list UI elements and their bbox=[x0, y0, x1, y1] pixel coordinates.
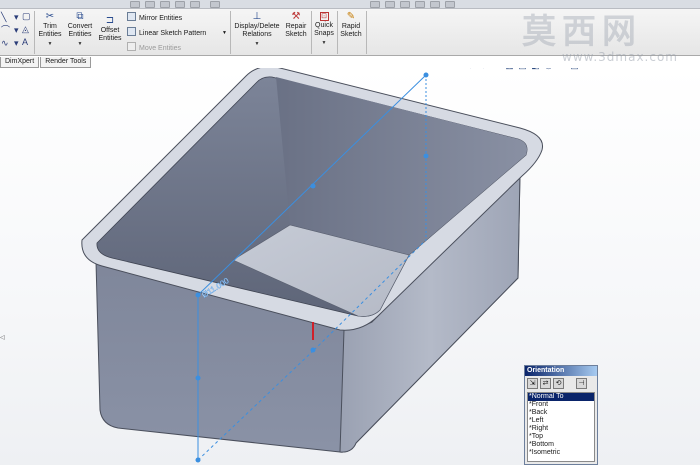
dropdown-arrow-icon[interactable]: ▼ bbox=[222, 30, 227, 36]
rapid-sketch-icon: ✎ bbox=[346, 11, 356, 22]
zoom-to-fit-icon[interactable]: ⊕ bbox=[465, 68, 476, 71]
tab-dimxpert[interactable]: DimXpert bbox=[0, 57, 40, 68]
offset-icon: ⊐ bbox=[105, 15, 115, 26]
orientation-item-left[interactable]: *Left bbox=[528, 417, 594, 425]
dropdown-arrow-icon[interactable]: ▼ bbox=[36, 40, 64, 48]
relations-icon: ⊥ bbox=[252, 11, 262, 22]
orientation-dialog: Orientation ⇲ ⇄ ⟲ ⊣ *Normal To *Front *B… bbox=[524, 365, 598, 465]
toolbar-button[interactable] bbox=[400, 1, 410, 8]
section-view-icon[interactable]: ▦ bbox=[504, 68, 515, 71]
arc-icon[interactable]: ⌒ bbox=[1, 26, 10, 35]
dropdown-icon[interactable]: ▾ bbox=[14, 39, 19, 48]
spline-icon[interactable]: ∿ bbox=[1, 39, 9, 48]
mirror-entities-button[interactable]: Mirror Entities bbox=[127, 12, 182, 23]
toolbar-button[interactable] bbox=[385, 1, 395, 8]
sketch-point[interactable] bbox=[195, 457, 201, 463]
appearance-icon[interactable]: ● bbox=[556, 68, 567, 71]
display-delete-relations-button[interactable]: ⊥ Display/Delete Relations ▼ bbox=[232, 12, 282, 48]
toolbar-button[interactable] bbox=[210, 1, 220, 8]
move-entities-button[interactable]: Move Entities bbox=[127, 42, 181, 53]
toolbar-button[interactable] bbox=[430, 1, 440, 8]
snap-icon: ⊡ bbox=[319, 12, 329, 21]
mirror-icon bbox=[127, 12, 136, 21]
trim-entities-button[interactable]: ✂ Trim Entities ▼ bbox=[36, 12, 64, 48]
repair-sketch-button[interactable]: ⚒ Repair Sketch bbox=[283, 12, 309, 39]
convert-entities-button[interactable]: ⧉ Convert Entities ▼ bbox=[65, 12, 95, 48]
heads-up-view-toolbar: ⊕ ⊖ ↶ ▦ ▣ ◧ ◉ ● ▤ bbox=[465, 68, 580, 72]
command-manager-tabs: DimXpert Render Tools bbox=[0, 57, 92, 68]
sketch-point[interactable] bbox=[310, 183, 316, 189]
command-manager-ribbon: ╲ ▾ ▢ ⌒ ▾ ◬ ∿ ▾ A ✂ Trim Entities ▼ ⧉ Co… bbox=[0, 0, 700, 56]
reset-views-icon[interactable]: ⟲ bbox=[553, 378, 564, 389]
text-icon[interactable]: A bbox=[22, 38, 28, 47]
polygon-icon[interactable]: ◬ bbox=[22, 25, 29, 34]
dropdown-icon[interactable]: ▾ bbox=[14, 26, 19, 35]
scene-icon[interactable]: ▤ bbox=[569, 68, 580, 71]
quick-access-strip bbox=[0, 0, 700, 9]
sketch-tools-left: ╲ ▾ ▢ ⌒ ▾ ◬ ∿ ▾ A bbox=[0, 11, 34, 53]
sketch-icon[interactable]: ▢ bbox=[22, 12, 31, 21]
orientation-toolbar: ⇲ ⇄ ⟲ ⊣ bbox=[525, 376, 597, 391]
repair-icon: ⚒ bbox=[291, 11, 301, 22]
orientation-item-right[interactable]: *Right bbox=[528, 425, 594, 433]
toolbar-button[interactable] bbox=[175, 1, 185, 8]
toolbar-button[interactable] bbox=[130, 1, 140, 8]
toolbar-button[interactable] bbox=[445, 1, 455, 8]
dropdown-arrow-icon[interactable]: ▼ bbox=[313, 39, 335, 47]
linear-sketch-pattern-button[interactable]: Linear Sketch Pattern bbox=[127, 27, 206, 38]
update-view-icon[interactable]: ⇄ bbox=[540, 378, 551, 389]
orientation-item-normal-to[interactable]: *Normal To bbox=[528, 393, 594, 401]
new-view-icon[interactable]: ⇲ bbox=[527, 378, 538, 389]
move-icon bbox=[127, 42, 136, 51]
orientation-item-front[interactable]: *Front bbox=[528, 401, 594, 409]
previous-view-icon[interactable]: ↶ bbox=[491, 68, 502, 71]
quick-snaps-button[interactable]: ⊡ Quick Snaps ▼ bbox=[313, 12, 335, 47]
convert-icon: ⧉ bbox=[76, 11, 84, 22]
toolbar-button[interactable] bbox=[415, 1, 425, 8]
sketch-point[interactable] bbox=[195, 292, 201, 298]
toolbar-button[interactable] bbox=[145, 1, 155, 8]
offset-entities-button[interactable]: ⊐ Offset Entities bbox=[96, 16, 124, 43]
view-orientation-icon[interactable]: ▣ bbox=[517, 68, 528, 71]
pattern-icon bbox=[127, 27, 136, 36]
dropdown-arrow-icon[interactable]: ▼ bbox=[232, 40, 282, 48]
sketch-point[interactable] bbox=[423, 72, 429, 78]
sketch-point[interactable] bbox=[310, 347, 316, 353]
orientation-title: Orientation bbox=[525, 366, 597, 376]
collapse-panel-arrow-icon[interactable]: ◁ bbox=[0, 334, 5, 341]
orientation-item-top[interactable]: *Top bbox=[528, 433, 594, 441]
line-icon[interactable]: ╲ bbox=[1, 13, 6, 22]
orientation-list: *Normal To *Front *Back *Left *Right *To… bbox=[527, 392, 595, 462]
sketch-point[interactable] bbox=[195, 375, 201, 381]
hide-show-icon[interactable]: ◉ bbox=[543, 68, 554, 71]
toolbar-button[interactable] bbox=[160, 1, 170, 8]
dropdown-icon[interactable]: ▾ bbox=[14, 13, 19, 22]
toolbar-button[interactable] bbox=[190, 1, 200, 8]
toolbar-button[interactable] bbox=[370, 1, 380, 8]
orientation-item-isometric[interactable]: *Isometric bbox=[528, 449, 594, 457]
zoom-area-icon[interactable]: ⊖ bbox=[478, 68, 489, 71]
pin-icon[interactable]: ⊣ bbox=[576, 378, 587, 389]
trim-icon: ✂ bbox=[45, 11, 55, 22]
orientation-item-back[interactable]: *Back bbox=[528, 409, 594, 417]
orientation-item-bottom[interactable]: *Bottom bbox=[528, 441, 594, 449]
rapid-sketch-button[interactable]: ✎ Rapid Sketch bbox=[339, 12, 363, 39]
sketch-point[interactable] bbox=[423, 153, 429, 159]
tab-render-tools[interactable]: Render Tools bbox=[40, 57, 92, 68]
dropdown-arrow-icon[interactable]: ▼ bbox=[65, 40, 95, 48]
display-style-icon[interactable]: ◧ bbox=[530, 68, 541, 71]
